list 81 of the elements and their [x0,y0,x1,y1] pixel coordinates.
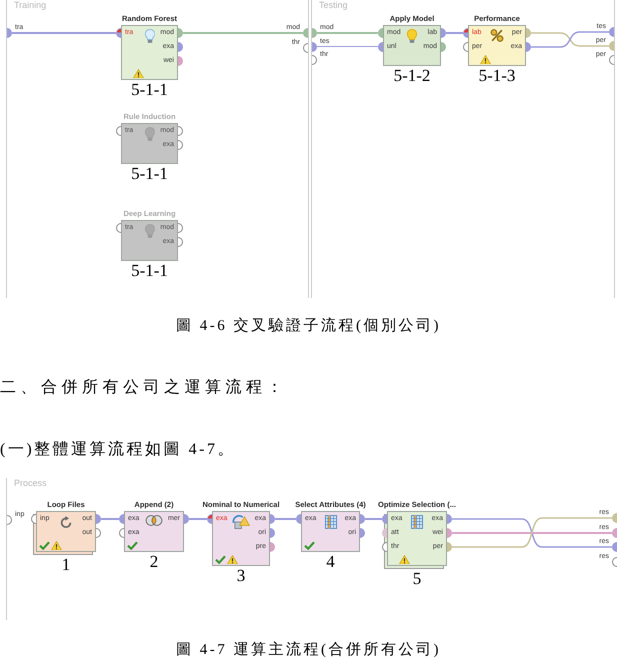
circular-arrow-icon [60,516,72,528]
output-port[interactable] [270,514,275,524]
step-label: 5 [412,570,422,588]
output-port[interactable] [612,513,617,523]
input-port[interactable] [119,514,124,524]
panel-title: Testing [319,0,348,10]
output-port[interactable] [303,43,308,53]
connection-wire [365,518,382,520]
step-label: 5-1-2 [394,67,430,85]
percent-icon [490,29,504,42]
section-heading: 二、合併所有公司之運算流程： [0,378,288,398]
input-port[interactable] [31,514,36,524]
input-port[interactable] [382,542,387,552]
output-port[interactable] [612,542,617,552]
step-label: 4 [326,553,335,571]
output-port[interactable] [270,542,275,552]
panel-title: Training [14,0,46,10]
lightbulb-icon [144,29,155,43]
step-label: 5-1-1 [131,165,168,183]
input-port[interactable] [312,28,317,38]
output-port[interactable] [609,41,614,51]
input-port[interactable] [296,514,301,524]
output-port[interactable] [303,28,308,38]
output-port[interactable] [609,55,614,65]
output-port[interactable] [270,528,275,538]
input-port[interactable] [207,514,212,524]
step-label: 5-1-1 [131,81,168,99]
connection-wire [275,518,296,520]
connection-wire [317,32,378,34]
input-port[interactable] [7,28,12,38]
input-port[interactable] [378,28,383,38]
lightbulb-icon [144,224,155,238]
figure-caption: 圖 4-7 運算主流程(合併所有公司) [175,640,442,660]
output-port[interactable] [447,528,452,538]
output-port[interactable] [447,542,452,552]
output-port[interactable] [612,556,617,566]
output-port[interactable] [612,528,617,538]
output-port[interactable] [447,514,452,524]
input-port[interactable] [312,55,317,65]
output-port[interactable] [526,28,531,38]
input-port[interactable] [378,42,383,52]
input-port[interactable] [463,28,468,38]
output-port[interactable] [178,28,183,38]
connection-wire [189,518,207,520]
output-port[interactable] [96,528,101,538]
input-port[interactable] [312,42,317,52]
input-port[interactable] [7,515,12,525]
step-label: 5-1-1 [131,262,168,280]
table-icon [324,515,336,529]
input-port[interactable] [116,28,121,38]
output-port[interactable] [96,514,101,524]
output-port[interactable] [441,42,446,52]
step-label: 3 [236,567,246,585]
output-port[interactable] [441,28,446,38]
output-port[interactable] [178,56,183,66]
lightbulb-icon [144,127,155,141]
figure-caption: 圖 4-6 交叉驗證子流程(個別公司) [175,316,442,336]
input-port[interactable] [119,528,124,538]
output-port[interactable] [360,514,365,524]
connection-wire [446,32,463,34]
input-port[interactable] [382,528,387,538]
connection-wire [317,46,378,48]
step-label: 2 [150,553,158,571]
input-port[interactable] [463,42,468,52]
output-port[interactable] [178,42,183,52]
table-icon [411,515,423,529]
input-port[interactable] [116,223,121,233]
connection-wire [101,518,119,520]
body-text: (一)整體運算流程如圖 4-7。 [0,440,237,460]
panel-title: Process [14,478,47,488]
overlapping-circles-icon [146,515,162,526]
step-label: 1 [62,556,70,574]
conversion-icon [232,515,250,529]
output-port[interactable] [609,27,614,37]
lightbulb-icon [406,29,418,43]
input-port[interactable] [382,514,387,524]
output-port[interactable] [526,42,531,52]
step-label: 5-1-3 [478,67,516,85]
output-port[interactable] [184,514,189,524]
output-port[interactable] [360,528,365,538]
input-port[interactable] [116,126,121,136]
